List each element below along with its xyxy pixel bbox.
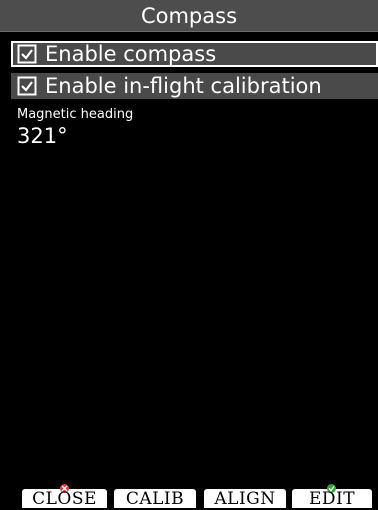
edit-button-label: EDIT: [308, 489, 356, 509]
enable-compass-label: Enable compass: [45, 42, 217, 66]
enable-compass-option[interactable]: Enable compass: [11, 41, 378, 67]
magnetic-heading-value: 321°: [17, 124, 68, 148]
align-button[interactable]: ALIGN: [204, 489, 286, 509]
magnetic-heading-label: Magnetic heading: [17, 107, 134, 122]
enable-inflight-calibration-label: Enable in-flight calibration: [45, 74, 322, 98]
close-button[interactable]: CLOSE: [22, 484, 107, 509]
checked-box-icon: [17, 44, 37, 64]
calib-button-label: CALIB: [125, 489, 185, 509]
enable-inflight-calibration-option[interactable]: Enable in-flight calibration: [11, 73, 378, 99]
calib-button[interactable]: CALIB: [114, 489, 196, 509]
page-title: Compass: [0, 0, 378, 32]
checked-box-icon: [17, 76, 37, 96]
close-button-label: CLOSE: [32, 489, 97, 509]
edit-button[interactable]: EDIT: [292, 484, 372, 509]
align-button-label: ALIGN: [214, 489, 276, 509]
